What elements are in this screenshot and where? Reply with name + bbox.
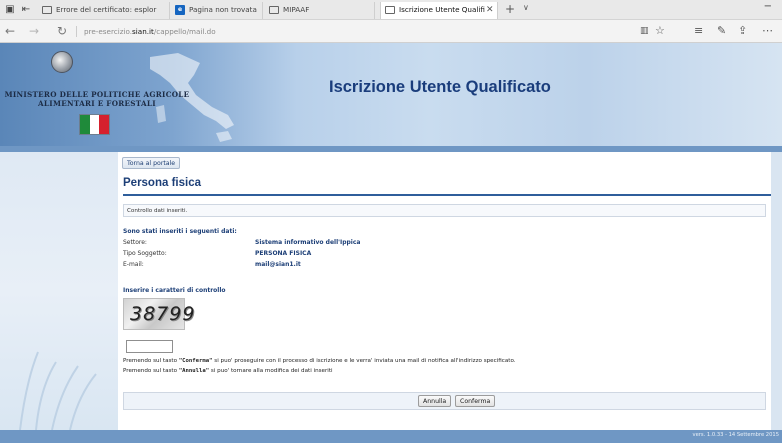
more-icon[interactable]: ⋯ (762, 24, 773, 38)
action-bar: Annulla Conferma (123, 392, 766, 410)
header-banner: MINISTERO DELLE POLITICHE AGRICOLE ALIME… (0, 43, 782, 149)
help-cancel: Premendo sul tasto "Annulla" si puo' tor… (123, 368, 333, 374)
star-icon[interactable]: ☆ (655, 24, 665, 38)
page-icon (269, 6, 279, 14)
help-confirm: Premendo sul tasto "Conferma" si puo' pr… (123, 358, 516, 364)
ie-icon: e (175, 5, 185, 15)
page-title: Iscrizione Utente Qualificato (329, 78, 551, 96)
share-icon[interactable]: ⇪ (738, 24, 747, 38)
tab-label: Errore del certificato: esplor (56, 5, 157, 14)
settore-value: Sistema informativo dell'Ippica (255, 239, 361, 246)
title-divider (123, 194, 771, 196)
captcha-input[interactable] (126, 340, 173, 353)
cancel-button[interactable]: Annulla (418, 395, 452, 407)
email-label: E-mail: (123, 261, 144, 268)
page-icon (42, 6, 52, 14)
version-label: vers. 1.0.33 - 14 Settembre 2015 (692, 432, 779, 438)
confirm-button[interactable]: Conferma (455, 395, 496, 407)
captcha-image: 38799 (123, 298, 194, 330)
chevron-down-icon[interactable]: ∨ (523, 3, 529, 12)
hub-icon[interactable]: ≡ (694, 24, 703, 38)
flag-red (99, 115, 110, 134)
browser-address-bar: ← → ↻ pre-esercizio.sian.it/cappello/mai… (0, 20, 782, 43)
back-arrow-icon[interactable]: ← (5, 23, 15, 39)
captcha-heading: Inserire i caratteri di controllo (123, 287, 226, 294)
url-divider (76, 26, 77, 37)
tipo-soggetto-value: PERSONA FISICA (255, 250, 312, 257)
tab-label: Pagina non trovata (189, 5, 257, 14)
ministry-name: MINISTERO DELLE POLITICHE AGRICOLE ALIME… (4, 90, 190, 108)
wheat-decoration-image (19, 351, 97, 430)
set-aside-tabs-icon[interactable]: ⇤ (20, 4, 32, 15)
browser-tab-bar: ▣ ⇤ Errore del certificato: esplor e Pag… (0, 0, 782, 20)
summary-heading: Sono stati inseriti i seguenti dati: (123, 228, 237, 235)
status-notice: Controllo dati inseriti. (123, 204, 766, 217)
page-icon (385, 6, 395, 14)
side-decoration (0, 152, 118, 430)
flag-green (80, 115, 90, 134)
close-tab-icon[interactable]: ✕ (486, 2, 494, 18)
tab-label: Iscrizione Utente Qualifi (399, 5, 485, 14)
url-field[interactable]: pre-esercizio.sian.it/cappello/mail.do (76, 25, 216, 38)
settore-label: Settore: (123, 239, 147, 246)
tab-preview-icon[interactable]: ▣ (4, 4, 16, 15)
refresh-icon[interactable]: ↻ (57, 23, 67, 39)
email-value: mail@sian1.it (255, 261, 301, 268)
tab-label: MIPAAF (283, 5, 310, 14)
back-to-portal-button[interactable]: Torna al portale (122, 157, 181, 169)
pen-icon[interactable]: ✎ (717, 24, 726, 38)
flag-white (89, 115, 100, 134)
tab-certificate-error[interactable]: Errore del certificato: esplor (38, 2, 170, 19)
side-decoration-right (771, 152, 782, 430)
main-content: Torna al portale Persona fisica Controll… (118, 152, 771, 430)
republic-emblem-icon (51, 51, 73, 73)
new-tab-icon[interactable]: + (505, 2, 515, 17)
forward-arrow-icon[interactable]: → (29, 23, 39, 39)
reading-view-icon[interactable]: ▥ (640, 24, 649, 38)
footer-bar: vers. 1.0.33 - 14 Settembre 2015 (0, 430, 782, 443)
tab-iscrizione-utente[interactable]: Iscrizione Utente Qualifi ✕ (380, 2, 498, 19)
tab-page-not-found[interactable]: e Pagina non trovata (171, 2, 263, 19)
tab-mipaaf[interactable]: MIPAAF (265, 2, 375, 19)
tipo-soggetto-label: Tipo Soggetto: (123, 250, 167, 257)
section-title: Persona fisica (123, 177, 201, 189)
minimize-icon[interactable]: − (764, 1, 772, 12)
italian-flag (79, 114, 110, 135)
